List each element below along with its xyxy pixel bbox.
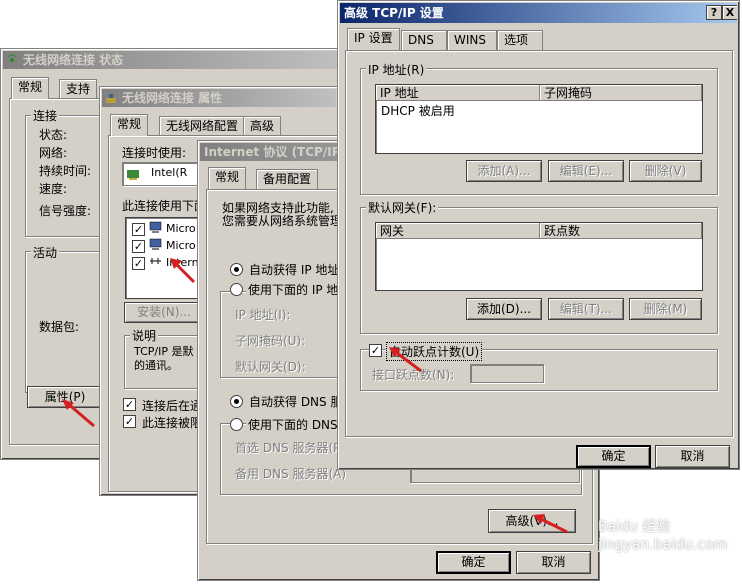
adapter-icon [127, 168, 139, 180]
ip-address-list[interactable]: IP 地址 子网掩码 DHCP 被启用 [375, 84, 703, 154]
service-icon [149, 238, 162, 251]
status-title: 无线网络连接 状态 [23, 53, 124, 67]
subnet-mask-label: 子网掩码(U): [235, 334, 306, 348]
manual-dns-label: 使用下面的 DNS [246, 416, 340, 433]
advanced-title: 高级 TCP/IP 设置 [344, 6, 444, 20]
tab-general[interactable]: 常规 [208, 167, 247, 189]
packets-label: 数据包: [39, 320, 80, 334]
connection-group-label: 连接 [31, 107, 60, 124]
remove-ip-button[interactable]: 删除(V) [629, 160, 702, 182]
connect-using-label: 连接时使用: [122, 146, 187, 160]
status-titlebar: 无线网络连接 状态 [3, 51, 342, 69]
arrow-annotation [389, 347, 422, 373]
add-gateway-button[interactable]: 添加(D)... [466, 298, 542, 320]
ok-button[interactable]: 确定 [576, 445, 651, 468]
cancel-button[interactable]: 取消 [516, 551, 591, 574]
component-item[interactable]: Micro [166, 222, 196, 235]
tab-general[interactable]: 常规 [110, 114, 149, 136]
manual-ip-radio[interactable] [230, 283, 243, 296]
auto-metric-checkbox[interactable]: ✓ [369, 344, 382, 357]
notify-label: 此连接被限 [142, 416, 203, 430]
help-button[interactable]: ? [706, 5, 722, 20]
signal-label: 信号强度: [39, 204, 92, 218]
adapter-name: Intel(R [151, 166, 188, 179]
tab-wins[interactable]: WINS [447, 30, 497, 50]
auto-ip-radio[interactable] [230, 263, 243, 276]
activity-group-label: 活动 [31, 244, 60, 261]
advanced-tcpip-window: 高级 TCP/IP 设置 ? X IP 设置 DNS WINS 选项 IP 地址… [337, 0, 740, 470]
arrow-annotation [170, 258, 196, 284]
manual-dns-radio[interactable] [230, 418, 243, 431]
component-checkbox[interactable]: ✓ [132, 257, 145, 270]
auto-dns-label: 自动获得 DNS 服 [249, 395, 343, 409]
component-checkbox[interactable]: ✓ [132, 240, 145, 253]
properties-titlebar: 无线网络连接 属性 [102, 89, 336, 107]
tab-options[interactable]: 选项 [497, 30, 543, 50]
advanced-titlebar: 高级 TCP/IP 设置 ? X [340, 3, 737, 23]
notify-checkbox[interactable]: ✓ [123, 415, 136, 428]
protocol-icon [149, 255, 162, 268]
alternate-dns-label: 备用 DNS 服务器(A) [235, 467, 347, 481]
remove-gateway-button[interactable]: 删除(M) [629, 298, 702, 320]
edit-ip-button[interactable]: 编辑(E)... [548, 160, 624, 182]
ip-address-label: IP 地址(I): [235, 308, 291, 322]
tab-wireless-config[interactable]: 无线网络配置 [159, 116, 246, 136]
metric-column-header[interactable]: 跃点数 [540, 223, 702, 239]
ip-address-group-label: IP 地址(R) [366, 61, 427, 78]
component-item[interactable]: Micro [166, 239, 196, 252]
description-text-2: 的通讯。 [134, 359, 178, 372]
add-ip-button[interactable]: 添加(A)... [466, 160, 542, 182]
ip-list-row[interactable]: DHCP 被启用 [381, 102, 455, 119]
mask-column-header[interactable]: 子网掩码 [540, 85, 702, 101]
gateway-label: 默认网关(D): [235, 360, 306, 374]
description-group-label: 说明 [130, 327, 159, 344]
tab-advanced[interactable]: 高级 [243, 116, 282, 136]
auto-dns-radio[interactable] [230, 395, 243, 408]
component-checkbox[interactable]: ✓ [132, 223, 145, 236]
gateway-group-label: 默认网关(F): [366, 199, 439, 216]
interface-metric-field[interactable] [470, 364, 544, 383]
close-button[interactable]: X [722, 5, 737, 20]
arrow-annotation [62, 399, 95, 428]
duration-label: 持续时间: [39, 164, 92, 178]
gateway-column-header[interactable]: 网关 [376, 223, 540, 239]
tab-support[interactable]: 支持 [59, 79, 98, 99]
intro-text-2: 您需要从网络系统管理 [222, 214, 343, 228]
show-icon-checkbox[interactable]: ✓ [123, 398, 136, 411]
arrow-annotation [533, 514, 568, 534]
tab-alternate-config[interactable]: 备用配置 [256, 169, 319, 189]
tab-ip-settings[interactable]: IP 设置 [347, 28, 400, 50]
auto-ip-label: 自动获得 IP 地址 [249, 263, 340, 277]
cancel-button[interactable]: 取消 [655, 445, 730, 468]
install-button[interactable]: 安装(N)... [124, 302, 204, 323]
manual-ip-label: 使用下面的 IP 地 [246, 281, 341, 298]
tab-dns[interactable]: DNS [401, 30, 447, 50]
properties-title: 无线网络连接 属性 [122, 91, 223, 105]
speed-label: 速度: [39, 182, 68, 196]
ip-column-header[interactable]: IP 地址 [376, 85, 540, 101]
show-icon-label: 连接后在通 [142, 399, 203, 413]
status-label: 状态: [39, 128, 68, 142]
network-label: 网络: [39, 146, 68, 160]
items-label: 此连接使用下面 [122, 199, 207, 213]
edit-gateway-button[interactable]: 编辑(T)... [548, 298, 624, 320]
preferred-dns-label: 首选 DNS 服务器(P) [235, 441, 346, 455]
watermark: Baidu 经验 jingyan.baidu.com [598, 519, 728, 553]
client-icon [149, 221, 162, 234]
ok-button[interactable]: 确定 [436, 551, 511, 574]
wireless-icon [6, 53, 18, 65]
tab-general[interactable]: 常规 [11, 77, 50, 99]
network-icon [105, 92, 117, 104]
gateway-list[interactable]: 网关 跃点数 [375, 222, 703, 291]
